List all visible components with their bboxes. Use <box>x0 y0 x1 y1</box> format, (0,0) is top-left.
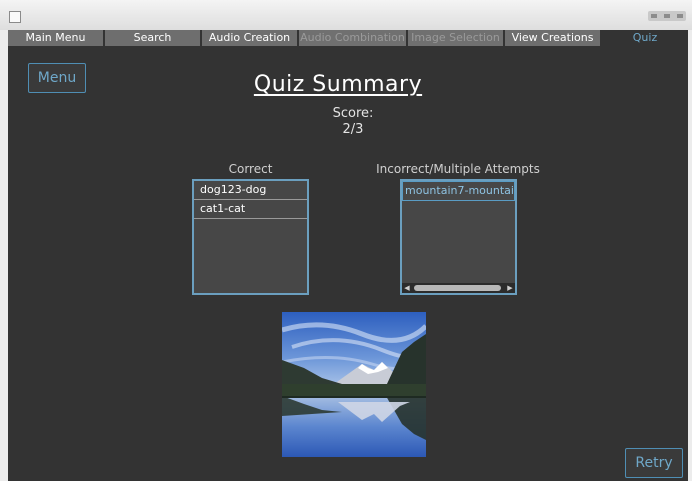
list-item[interactable]: mountain7-mountain <box>402 181 515 201</box>
tab-image-selection: Image Selection <box>408 30 505 46</box>
minimize-icon[interactable] <box>651 14 658 18</box>
list-item[interactable]: cat1-cat <box>194 200 307 219</box>
scrollbar-thumb[interactable] <box>414 285 501 291</box>
close-icon[interactable] <box>676 14 683 18</box>
tab-quiz[interactable]: Quiz <box>602 30 688 46</box>
score-label: Score: <box>332 106 374 121</box>
window-controls[interactable] <box>648 11 686 21</box>
scrollbar-track[interactable] <box>412 284 505 292</box>
score-value: 2/3 <box>342 122 364 137</box>
retry-button[interactable]: Retry <box>625 448 683 478</box>
tab-main-menu[interactable]: Main Menu <box>8 30 105 46</box>
tab-audio-combination: Audio Combination <box>299 30 408 46</box>
horizontal-scrollbar[interactable]: ◀ ▶ <box>402 283 515 293</box>
correct-list[interactable]: dog123-dog cat1-cat <box>192 179 309 295</box>
list-item[interactable]: dog123-dog <box>194 181 307 200</box>
tab-search[interactable]: Search <box>105 30 202 46</box>
app-icon <box>9 11 21 23</box>
quiz-image <box>282 312 426 457</box>
scroll-right-icon[interactable]: ▶ <box>505 283 515 293</box>
correct-list-label: Correct <box>228 162 273 176</box>
tab-view-creations[interactable]: View Creations <box>505 30 602 46</box>
page-title: Quiz Summary <box>253 72 423 97</box>
incorrect-list-label: Incorrect/Multiple Attempts <box>376 162 540 176</box>
maximize-icon[interactable] <box>663 14 670 18</box>
app-window: Main Menu Search Audio Creation Audio Co… <box>8 30 688 481</box>
tab-audio-creation[interactable]: Audio Creation <box>202 30 299 46</box>
menu-button[interactable]: Menu <box>28 63 86 93</box>
incorrect-list[interactable]: mountain7-mountain ◀ ▶ <box>400 179 517 295</box>
window-titlebar[interactable] <box>0 0 692 30</box>
scroll-left-icon[interactable]: ◀ <box>402 283 412 293</box>
tab-bar: Main Menu Search Audio Creation Audio Co… <box>8 30 688 46</box>
